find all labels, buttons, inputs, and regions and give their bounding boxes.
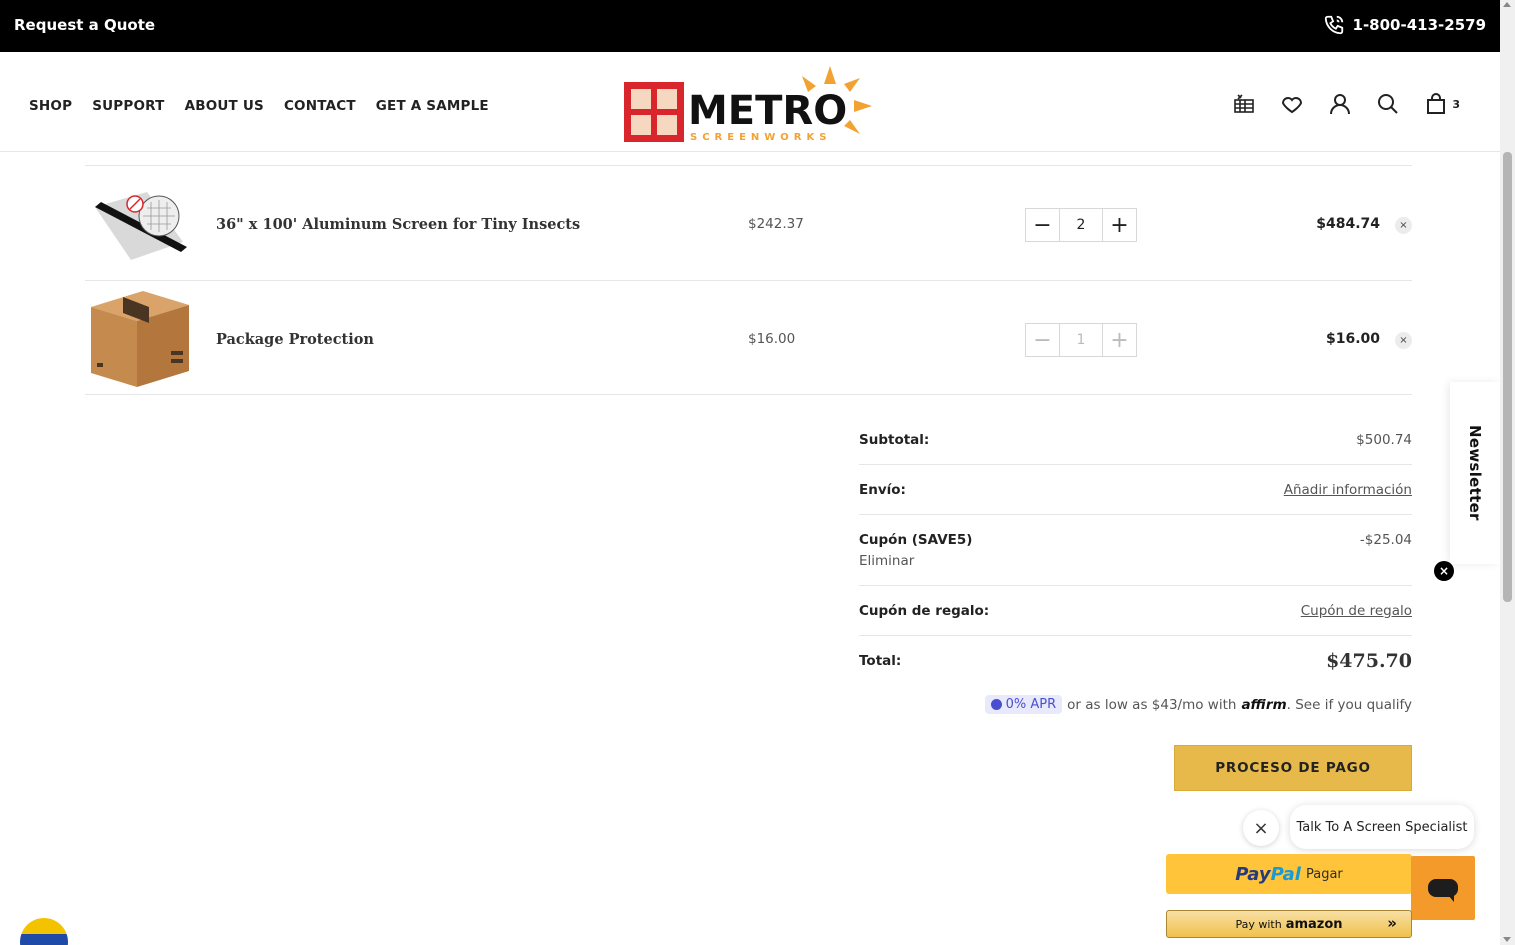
logo-wordmark: METRO bbox=[688, 88, 847, 134]
unit-price: $16.00 bbox=[748, 331, 796, 347]
paypal-action: Pagar bbox=[1305, 866, 1343, 882]
amazon-pay-prefix: Pay with bbox=[1235, 917, 1282, 931]
shipping-row: Envío: Añadir información bbox=[859, 465, 1412, 515]
nav-contact[interactable]: CONTACT bbox=[284, 98, 356, 114]
chat-launcher-button[interactable] bbox=[1411, 856, 1475, 920]
chat-prompt-bubble[interactable]: Talk To A Screen Specialist bbox=[1290, 805, 1474, 849]
chevron-right-icon: » bbox=[1387, 914, 1397, 932]
quantity-input[interactable]: 2 bbox=[1060, 209, 1102, 241]
account-user-icon[interactable] bbox=[1328, 92, 1352, 116]
affirm-logo: affirm bbox=[1241, 696, 1287, 713]
amazon-logo: amazon bbox=[1285, 916, 1343, 932]
subtotal-value: $500.74 bbox=[1356, 432, 1412, 448]
coupon-row: Cupón (SAVE5) -$25.04 Eliminar bbox=[859, 515, 1412, 586]
checkout-button[interactable]: PROCESO DE PAGO bbox=[1174, 745, 1412, 791]
phone-link[interactable]: 1-800-413-2579 bbox=[1323, 14, 1486, 36]
chat-close-button[interactable]: × bbox=[1243, 810, 1279, 846]
aluminum-screen-image[interactable] bbox=[87, 172, 191, 276]
request-quote-link[interactable]: Request a Quote bbox=[14, 16, 155, 34]
gift-coupon-label: Cupón de regalo: bbox=[859, 603, 990, 619]
apr-text: 0% APR bbox=[1005, 697, 1057, 712]
search-icon[interactable] bbox=[1376, 92, 1400, 116]
unit-price: $242.37 bbox=[748, 216, 804, 232]
line-total: $16.00 bbox=[1325, 331, 1380, 347]
increase-quantity-button: + bbox=[1102, 324, 1136, 356]
scroll-down-icon[interactable] bbox=[1503, 937, 1511, 942]
phone-icon bbox=[1324, 15, 1343, 35]
cart-button[interactable]: 3 bbox=[1424, 92, 1460, 116]
cart-row: 36" x 100' Aluminum Screen for Tiny Inse… bbox=[85, 165, 1412, 280]
nav-about-us[interactable]: ABOUT US bbox=[185, 98, 264, 114]
screen-icon[interactable] bbox=[1232, 92, 1256, 116]
cart-items: 36" x 100' Aluminum Screen for Tiny Inse… bbox=[85, 165, 1412, 395]
shipping-label: Envío: bbox=[859, 482, 906, 498]
nav-shop[interactable]: SHOP bbox=[29, 98, 72, 114]
newsletter-label: Newsletter bbox=[1466, 425, 1484, 521]
phone-number: 1-800-413-2579 bbox=[1352, 16, 1486, 34]
scroll-up-icon[interactable] bbox=[1503, 2, 1511, 7]
cart-count-badge: 3 bbox=[1452, 97, 1460, 111]
quantity-stepper: − 1 + bbox=[1025, 323, 1137, 357]
total-label: Total: bbox=[859, 653, 902, 669]
paypal-logo-pal: Pal bbox=[1270, 863, 1301, 885]
paypal-button[interactable]: Pay Pal Pagar bbox=[1166, 854, 1412, 894]
decrease-quantity-button[interactable]: − bbox=[1026, 209, 1060, 241]
total-value: $475.70 bbox=[1326, 650, 1412, 672]
page-scrollbar[interactable] bbox=[1500, 0, 1515, 945]
nav-support[interactable]: SUPPORT bbox=[92, 98, 164, 114]
remove-item-button[interactable]: × bbox=[1395, 217, 1412, 234]
main-nav: SHOP SUPPORT ABOUT US CONTACT GET A SAMP… bbox=[29, 98, 489, 114]
package-box-image[interactable] bbox=[87, 287, 191, 391]
affirm-tag-icon bbox=[990, 699, 1002, 710]
amazon-pay-button[interactable]: Pay with amazon » bbox=[1166, 910, 1412, 938]
affirm-financing: 0% APR or as low as $43/mo with affirm .… bbox=[984, 695, 1412, 714]
add-shipping-info-link[interactable]: Añadir información bbox=[1284, 482, 1412, 498]
newsletter-close-icon[interactable]: × bbox=[1434, 561, 1454, 581]
metro-screenworks-logo[interactable]: METRO SCREENWORKS bbox=[622, 64, 882, 144]
wishlist-heart-icon[interactable] bbox=[1280, 92, 1304, 116]
remove-coupon-link[interactable]: Eliminar bbox=[859, 553, 1412, 569]
quantity-input: 1 bbox=[1076, 332, 1086, 348]
shopping-bag-icon bbox=[1424, 92, 1448, 116]
decrease-quantity-button: − bbox=[1026, 324, 1060, 356]
cart-row: Package Protection $16.00 − 1 + $16.00 × bbox=[85, 280, 1412, 395]
increase-quantity-button[interactable]: + bbox=[1102, 209, 1136, 241]
quantity-stepper: − 2 + bbox=[1025, 208, 1137, 242]
paypal-logo-pay: Pay bbox=[1235, 863, 1271, 885]
order-totals: Subtotal: $500.74 Envío: Añadir informac… bbox=[859, 415, 1412, 714]
nav-get-a-sample[interactable]: GET A SAMPLE bbox=[376, 98, 489, 114]
logo-window-icon bbox=[624, 82, 684, 142]
coupon-label: Cupón (SAVE5) bbox=[859, 532, 973, 548]
country-flag-icon[interactable] bbox=[20, 918, 68, 945]
newsletter-tab[interactable]: Newsletter bbox=[1450, 382, 1500, 564]
header-icons: 3 bbox=[1232, 92, 1460, 116]
gift-coupon-link[interactable]: Cupón de regalo bbox=[1301, 603, 1412, 619]
total-row: Total: $475.70 bbox=[859, 636, 1412, 686]
affirm-qualify-link[interactable]: . See if you qualify bbox=[1287, 697, 1412, 713]
apr-badge: 0% APR bbox=[984, 695, 1063, 714]
subtotal-row: Subtotal: $500.74 bbox=[859, 415, 1412, 465]
product-name[interactable]: Package Protection bbox=[216, 331, 374, 348]
site-header: SHOP SUPPORT ABOUT US CONTACT GET A SAMP… bbox=[0, 52, 1500, 152]
gift-coupon-row: Cupón de regalo: Cupón de regalo bbox=[859, 586, 1412, 636]
coupon-value: -$25.04 bbox=[1359, 532, 1412, 548]
subtotal-label: Subtotal: bbox=[859, 432, 930, 448]
product-name[interactable]: 36" x 100' Aluminum Screen for Tiny Inse… bbox=[216, 216, 580, 233]
scrollbar-thumb[interactable] bbox=[1503, 152, 1512, 602]
top-bar: Request a Quote 1-800-413-2579 bbox=[0, 0, 1500, 52]
chat-bubble-icon bbox=[1428, 879, 1458, 902]
affirm-text: or as low as $43/mo with bbox=[1067, 696, 1237, 713]
line-total: $484.74 bbox=[1316, 216, 1380, 232]
remove-item-button[interactable]: × bbox=[1395, 332, 1412, 349]
logo-tagline: SCREENWORKS bbox=[690, 132, 831, 143]
